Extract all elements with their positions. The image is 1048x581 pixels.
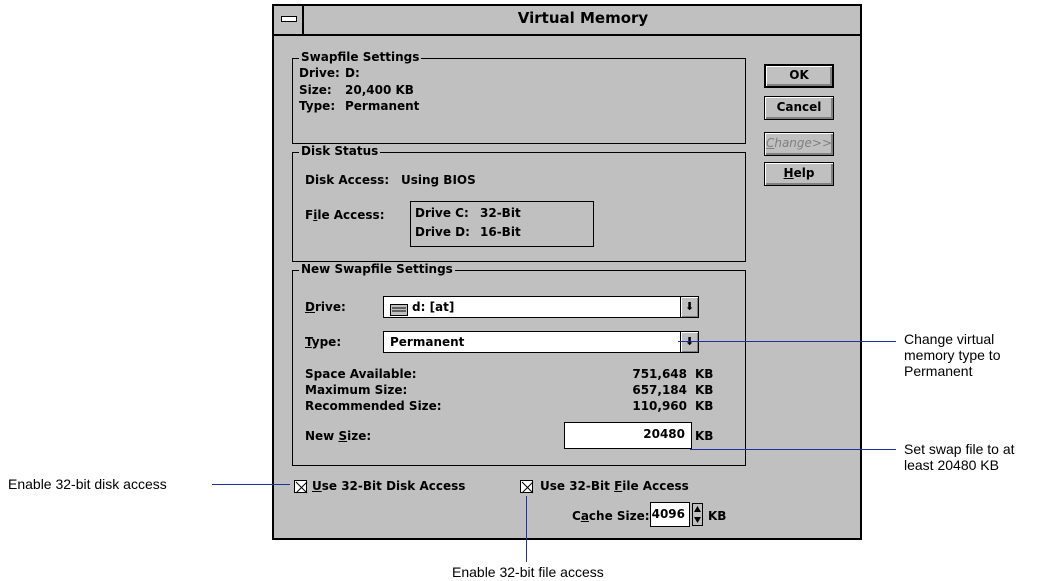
recommended-size-value: 110,960 bbox=[632, 399, 687, 413]
cache-size-unit: KB bbox=[708, 509, 727, 523]
new-swapfile-settings-group: New Swapfile Settings Drive: d: [at] ⬇ T… bbox=[292, 262, 746, 466]
callout-line-file-access bbox=[526, 496, 527, 562]
type-dropdown[interactable]: Permanent ⬇ bbox=[383, 331, 699, 353]
system-menu-icon bbox=[281, 16, 297, 22]
help-button[interactable]: Help bbox=[764, 162, 834, 186]
cache-size-input[interactable]: 4096 bbox=[650, 502, 690, 527]
drive-label: Drive: bbox=[299, 66, 340, 80]
cancel-button[interactable]: Cancel bbox=[764, 96, 834, 120]
disk-status-group: Disk Status Disk Access: Using BIOS File… bbox=[292, 144, 746, 262]
new-type-label: Type: bbox=[305, 335, 342, 349]
new-drive-label: Drive: bbox=[305, 300, 346, 314]
callout-line-type bbox=[678, 341, 896, 342]
drive-icon bbox=[390, 301, 408, 320]
annotation-set-swap: Set swap file to at least 20480 KB bbox=[904, 441, 1015, 473]
new-swapfile-caption: New Swapfile Settings bbox=[299, 262, 455, 276]
use-32bit-disk-access-label: Use 32-Bit Disk Access bbox=[312, 479, 466, 493]
type-value: Permanent bbox=[345, 99, 420, 113]
size-value: 20,400 KB bbox=[345, 83, 414, 97]
file-access-label: File Access: bbox=[305, 208, 385, 222]
change-button[interactable]: Change>> bbox=[764, 132, 834, 156]
type-dropdown-value: Permanent bbox=[390, 335, 465, 349]
annotation-file-access: Enable 32-bit file access bbox=[452, 564, 604, 580]
drive-dropdown[interactable]: d: [at] ⬇ bbox=[383, 296, 699, 318]
system-menu-button[interactable] bbox=[274, 6, 304, 34]
annotation-change-type: Change virtual memory type to Permanent bbox=[904, 331, 1001, 379]
new-size-input[interactable]: 20480 bbox=[564, 422, 692, 449]
file-access-mode-c: 32-Bit bbox=[480, 206, 521, 220]
drive-value: D: bbox=[345, 66, 360, 80]
ok-button[interactable]: OK bbox=[764, 64, 834, 88]
callout-line-disk-access bbox=[212, 484, 290, 485]
window-title: Virtual Memory bbox=[517, 9, 649, 27]
recommended-size-label: Recommended Size: bbox=[305, 399, 442, 413]
file-access-box: Drive C: 32-Bit Drive D: 16-Bit bbox=[410, 201, 594, 247]
size-label: Size: bbox=[299, 83, 332, 97]
disk-access-label: Disk Access: bbox=[305, 173, 390, 187]
cache-size-spinner[interactable] bbox=[692, 503, 703, 526]
space-available-value: 751,648 bbox=[632, 367, 687, 381]
recommended-size-unit: KB bbox=[695, 399, 714, 413]
drive-dropdown-value: d: [at] bbox=[412, 300, 455, 314]
callout-line-new-size bbox=[690, 449, 896, 450]
type-label: Type: bbox=[299, 99, 336, 113]
new-size-label: New Size: bbox=[305, 429, 372, 443]
disk-status-caption: Disk Status bbox=[299, 144, 381, 158]
drive-dropdown-arrow-icon[interactable]: ⬇ bbox=[680, 297, 698, 317]
spinner-arrows-icon bbox=[692, 503, 703, 526]
new-size-unit: KB bbox=[695, 429, 714, 443]
file-access-drive-d: Drive D: bbox=[415, 225, 470, 239]
max-size-value: 657,184 bbox=[632, 383, 687, 397]
space-available-label: Space Available: bbox=[305, 367, 417, 381]
cache-size-label: Cache Size: bbox=[572, 509, 650, 523]
type-dropdown-arrow-icon[interactable]: ⬇ bbox=[680, 332, 698, 352]
file-access-mode-d: 16-Bit bbox=[480, 225, 521, 239]
max-size-label: Maximum Size: bbox=[305, 383, 408, 397]
file-access-drive-c: Drive C: bbox=[415, 206, 469, 220]
swapfile-settings-group: Swapfile Settings Drive: D: Size: 20,400… bbox=[292, 50, 746, 144]
swapfile-settings-caption: Swapfile Settings bbox=[299, 50, 422, 64]
use-32bit-disk-access-checkbox[interactable] bbox=[294, 480, 308, 494]
space-available-unit: KB bbox=[695, 367, 714, 381]
title-bar: Virtual Memory bbox=[274, 6, 860, 36]
virtual-memory-dialog: Virtual Memory Swapfile Settings Drive: … bbox=[272, 4, 862, 540]
disk-access-value: Using BIOS bbox=[401, 173, 476, 187]
use-32bit-file-access-checkbox[interactable] bbox=[520, 480, 534, 494]
annotation-disk-access: Enable 32-bit disk access bbox=[8, 476, 167, 492]
use-32bit-file-access-label: Use 32-Bit File Access bbox=[540, 479, 689, 493]
max-size-unit: KB bbox=[695, 383, 714, 397]
